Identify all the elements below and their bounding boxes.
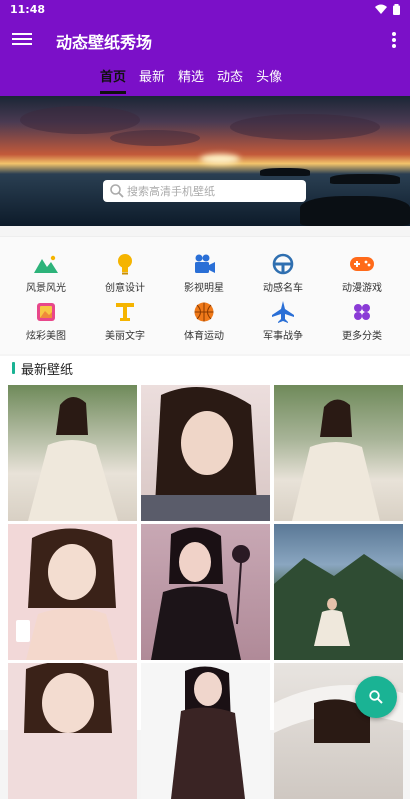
category-more[interactable]: 更多分类 — [327, 301, 397, 342]
category-colorful[interactable]: 炫彩美图 — [11, 301, 81, 342]
app-bar: 动态壁纸秀场 首页 最新 精选 动态 头像 — [0, 18, 410, 96]
hamburger-menu-icon[interactable] — [12, 30, 32, 50]
category-label: 体育运动 — [184, 331, 224, 342]
basketball-icon — [194, 302, 214, 322]
wallpaper-thumbnail[interactable] — [8, 385, 137, 521]
category-label: 军事战争 — [263, 331, 303, 342]
category-grid: 风景风光 创意设计 影视明星 动感名车 动漫游戏 炫彩美图 美丽文字 体育运动 … — [0, 236, 410, 354]
category-label: 炫彩美图 — [26, 331, 66, 342]
wallpaper-thumbnail[interactable] — [141, 524, 270, 660]
category-label: 风景风光 — [26, 283, 66, 294]
tab-bar: 首页 最新 精选 动态 头像 — [100, 66, 282, 94]
category-label: 动漫游戏 — [342, 283, 382, 294]
more-grid-icon — [354, 304, 370, 320]
tab-home[interactable]: 首页 — [100, 66, 127, 94]
steering-wheel-icon — [272, 253, 294, 275]
app-title: 动态壁纸秀场 — [56, 33, 153, 52]
category-anime-games[interactable]: 动漫游戏 — [327, 253, 397, 294]
tab-featured[interactable]: 精选 — [178, 66, 204, 94]
search-bar[interactable]: 搜索高清手机壁纸 — [103, 180, 306, 202]
category-military[interactable]: 军事战争 — [248, 301, 318, 342]
category-label: 影视明星 — [184, 283, 224, 294]
category-label: 美丽文字 — [105, 331, 145, 342]
battery-icon — [393, 3, 400, 15]
wifi-icon — [375, 4, 387, 14]
photo-icon — [37, 303, 55, 321]
wallpaper-grid — [0, 382, 410, 799]
tab-latest[interactable]: 最新 — [139, 66, 165, 94]
tab-dynamic[interactable]: 动态 — [217, 66, 243, 94]
gamepad-icon — [350, 257, 374, 271]
banner-image[interactable] — [0, 96, 410, 226]
latest-section-header: 最新壁纸 — [0, 356, 410, 382]
status-bar: 11:48 — [0, 0, 410, 18]
text-t-icon — [116, 303, 134, 321]
status-time: 11:48 — [10, 2, 46, 16]
category-sports[interactable]: 体育运动 — [169, 301, 239, 342]
category-creative[interactable]: 创意设计 — [90, 253, 160, 294]
category-scenery[interactable]: 风景风光 — [11, 253, 81, 294]
section-title: 最新壁纸 — [21, 363, 74, 378]
category-text[interactable]: 美丽文字 — [90, 301, 160, 342]
category-label: 创意设计 — [105, 283, 145, 294]
category-movie-stars[interactable]: 影视明星 — [169, 253, 239, 294]
wallpaper-thumbnail[interactable] — [141, 385, 270, 521]
lightbulb-icon — [118, 254, 132, 275]
wallpaper-thumbnail[interactable] — [141, 663, 270, 799]
section-accent-bar — [12, 362, 15, 374]
search-placeholder: 搜索高清手机壁纸 — [127, 185, 215, 198]
tab-avatar[interactable]: 头像 — [256, 66, 282, 94]
search-icon — [369, 690, 383, 704]
search-icon — [110, 184, 124, 198]
wallpaper-thumbnail[interactable] — [274, 385, 403, 521]
more-vert-icon[interactable] — [392, 32, 396, 50]
wallpaper-thumbnail[interactable] — [8, 524, 137, 660]
floating-search-button[interactable] — [355, 676, 397, 718]
wallpaper-thumbnail[interactable] — [8, 663, 137, 799]
category-label: 更多分类 — [342, 331, 382, 342]
system-icons — [375, 3, 400, 15]
wallpaper-thumbnail[interactable] — [274, 524, 403, 660]
jet-icon — [272, 301, 294, 323]
mountain-icon — [34, 255, 58, 273]
category-cars[interactable]: 动感名车 — [248, 253, 318, 294]
category-label: 动感名车 — [263, 283, 303, 294]
video-camera-icon — [195, 254, 215, 273]
